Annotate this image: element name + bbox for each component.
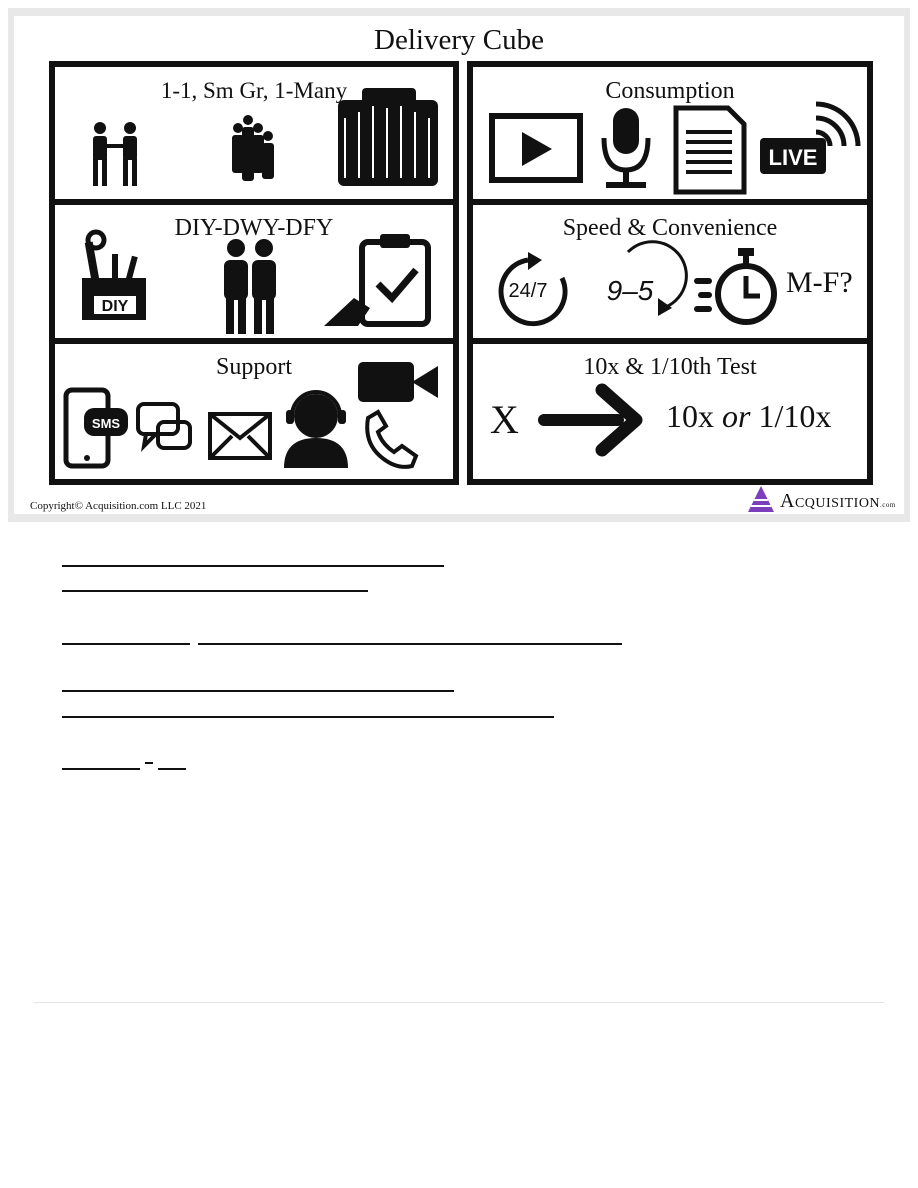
ten-x-label: 10x or 1/10x [666,398,832,434]
blank-line [62,565,444,567]
brand-wordmark: Acquisition.com [780,490,896,512]
blank-line [198,643,622,645]
9-5-label: 9–5 [607,275,654,306]
delivery-cube-figure: LIVE DIY 24/7 9–5 SMS Delivery Cube 1-1,… [8,8,910,522]
blank-line [62,690,454,692]
blank-line [62,643,190,645]
cell-title-diy: DIY-DWY-DFY [174,215,334,241]
diy-label: DIY [102,298,129,315]
blank-line [158,768,186,770]
24-7-label: 24/7 [509,280,548,302]
blank-line [145,762,153,764]
cell-title-support: Support [215,354,292,380]
monday-friday-tag: M-F? [786,266,853,299]
figure-title: Delivery Cube [374,24,544,56]
blank-line [62,716,554,718]
cell-title-10x-test: 10x & 1/10th Test [583,354,757,380]
acquisition-logo: Acquisition.com [746,484,906,516]
cell-title-speed: Speed & Convenience [562,215,778,241]
pyramid-icon [748,486,774,512]
sms-label: SMS [92,416,121,431]
live-label: LIVE [769,145,818,170]
blank-line [62,590,368,592]
cell-title-consumption: Consumption [605,78,735,104]
divider [34,1002,884,1003]
cell-title-delivery-group: 1-1, Sm Gr, 1-Many [160,78,348,103]
copyright-notice: Copyright© Acquisition.com LLC 2021 [30,500,207,512]
x-label: X [490,397,519,442]
blank-line [62,768,140,770]
